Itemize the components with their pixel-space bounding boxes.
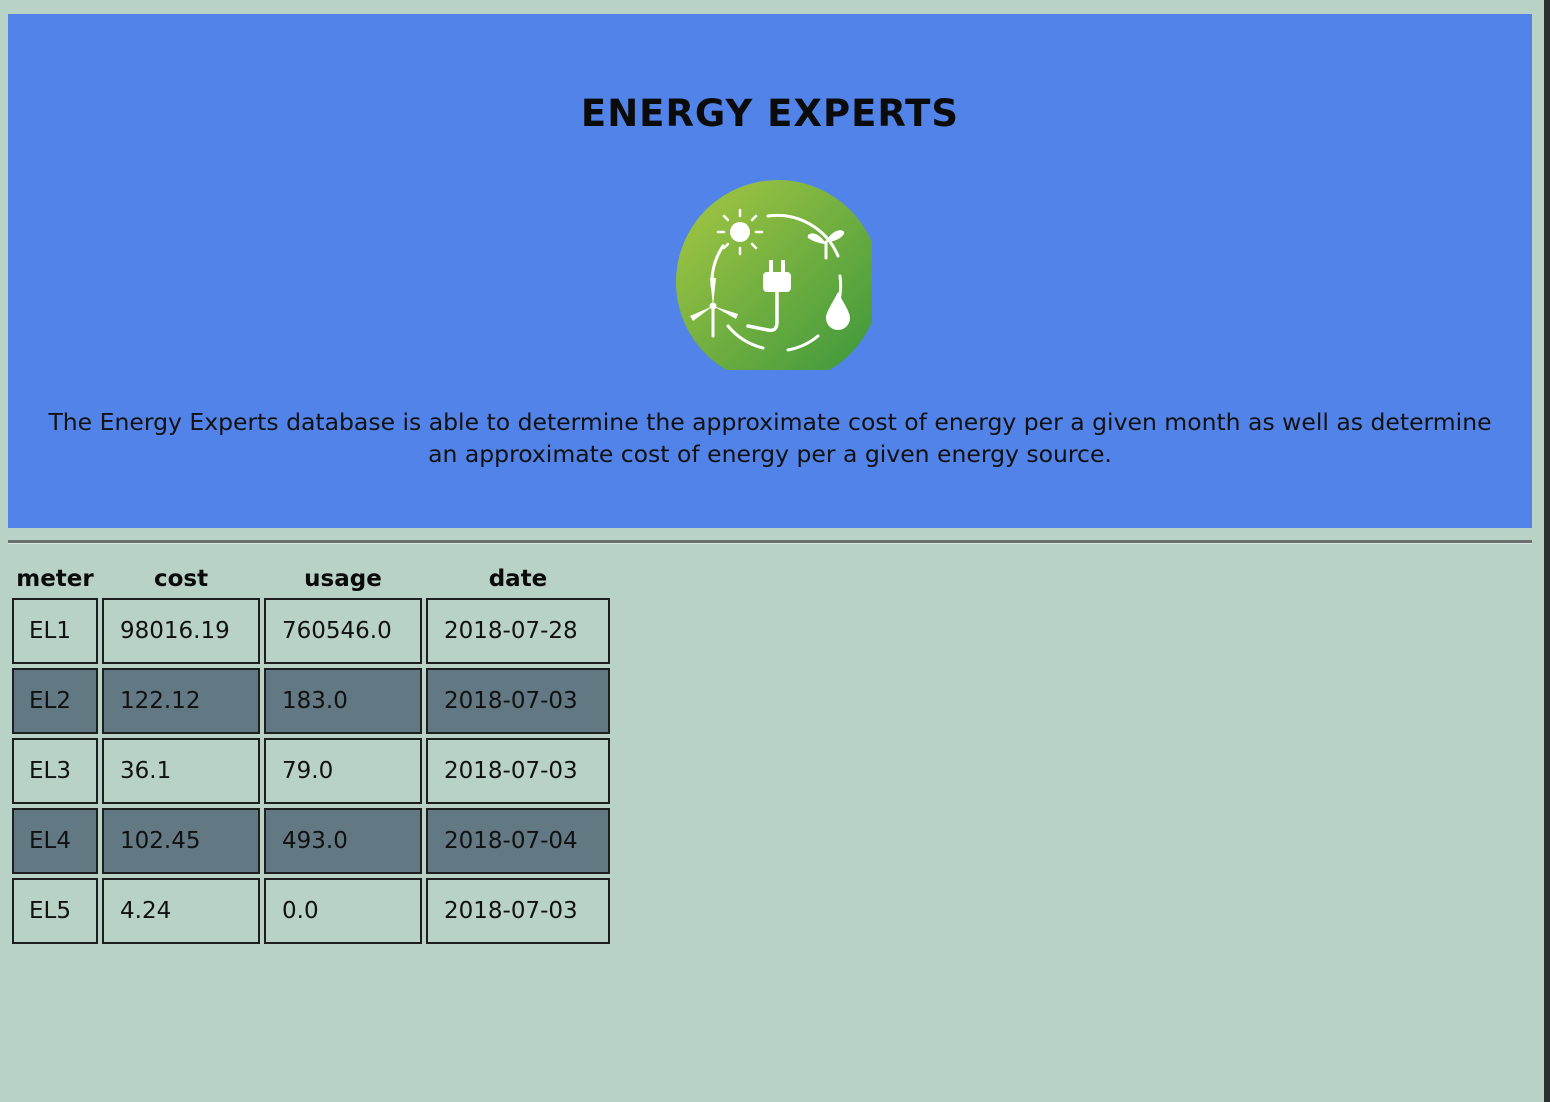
column-header-meter: meter	[16, 566, 94, 592]
table-row: EL5 4.24 0.0 2018-07-03	[12, 878, 610, 944]
table-row: EL4 102.45 493.0 2018-07-04	[12, 808, 610, 874]
usage-cell: 183.0	[264, 668, 422, 734]
cost-cell: 102.45	[102, 808, 260, 874]
page-title: ENERGY EXPERTS	[580, 92, 960, 135]
energy-data-table: meter cost usage date EL1 98016.19 76054…	[8, 558, 614, 948]
meter-cell: EL2	[12, 668, 98, 734]
horizontal-divider	[8, 540, 1532, 544]
meter-cell: EL4	[12, 808, 98, 874]
cost-cell: 36.1	[102, 738, 260, 804]
date-cell: 2018-07-28	[426, 598, 610, 664]
table-row: EL3 36.1 79.0 2018-07-03	[12, 738, 610, 804]
date-cell: 2018-07-04	[426, 808, 610, 874]
renewable-energy-icon	[676, 180, 872, 370]
date-cell: 2018-07-03	[426, 878, 610, 944]
description-text: The Energy Experts database is able to d…	[48, 408, 1492, 468]
cost-cell: 98016.19	[102, 598, 260, 664]
date-cell: 2018-07-03	[426, 738, 610, 804]
usage-cell: 493.0	[264, 808, 422, 874]
cost-cell: 122.12	[102, 668, 260, 734]
date-cell: 2018-07-03	[426, 668, 610, 734]
usage-cell: 79.0	[264, 738, 422, 804]
cost-cell: 4.24	[102, 878, 260, 944]
table-row: EL1 98016.19 760546.0 2018-07-28	[12, 598, 610, 664]
usage-cell: 760546.0	[264, 598, 422, 664]
meter-cell: EL5	[12, 878, 98, 944]
meter-cell: EL1	[12, 598, 98, 664]
page: ENERGY EXPERTS The Energy Experts databa…	[0, 0, 1544, 1102]
table-row: EL2 122.12 183.0 2018-07-03	[12, 668, 610, 734]
column-header-cost: cost	[153, 566, 209, 592]
column-header-usage: usage	[304, 566, 382, 592]
table-header-row: meter cost usage date	[12, 562, 610, 594]
header-banner: ENERGY EXPERTS The Energy Experts databa…	[8, 14, 1532, 528]
column-header-date: date	[488, 566, 548, 592]
meter-cell: EL3	[12, 738, 98, 804]
usage-cell: 0.0	[264, 878, 422, 944]
window-edge	[1544, 0, 1550, 1102]
